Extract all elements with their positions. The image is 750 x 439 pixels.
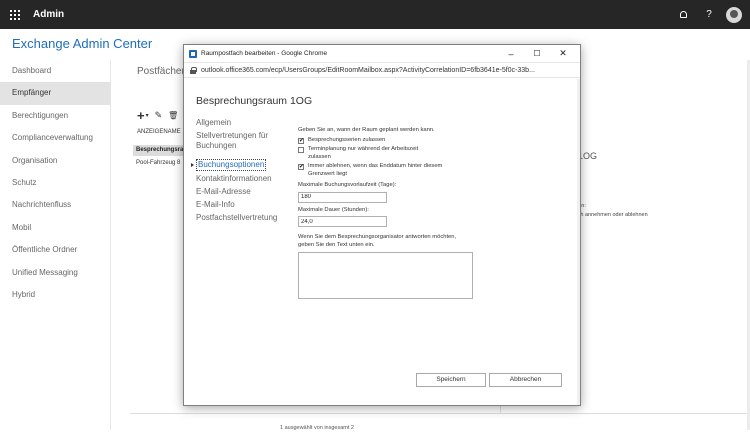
lock-icon — [190, 66, 197, 74]
dialog-nav-general[interactable]: Allgemein — [196, 118, 286, 128]
maximize-button[interactable]: ☐ — [524, 45, 550, 62]
dialog-nav-contact-info[interactable]: Kontaktinformationen — [196, 174, 286, 184]
selection-status: 1 ausgewählt von insgesamt 2 — [280, 425, 354, 431]
add-dropdown-chevron-icon[interactable]: ▾ — [146, 112, 149, 119]
nav-item-permissions[interactable]: Berechtigungen — [0, 105, 110, 127]
dialog-nav-booking-delegates[interactable]: Stellvertretungen für Buchungen — [196, 131, 286, 151]
notification-bell-icon[interactable] — [670, 0, 696, 29]
list-footer-divider — [130, 413, 750, 414]
avatar[interactable] — [726, 6, 742, 23]
max-duration-input[interactable] — [298, 216, 387, 227]
checkbox-label: Besprechungsserien zulassen — [308, 136, 386, 143]
delete-icon[interactable]: 🗑 — [168, 111, 178, 120]
response-message-label: Wenn Sie dem Besprechungsorganisator ant… — [298, 234, 457, 248]
column-header-display-name[interactable]: ANZEIGENAME — [137, 129, 181, 135]
dialog-nav-mailtip[interactable]: E-Mail-Info — [196, 200, 286, 210]
address-bar[interactable]: outlook.office365.com/ecp/UsersGroups/Ed… — [184, 62, 580, 78]
max-booking-window-input[interactable] — [298, 191, 387, 203]
nav-divider — [110, 60, 111, 430]
window-titlebar: Raumpostfach bearbeiten - Google Chrome … — [184, 45, 580, 62]
dialog-heading: Besprechungsraum 1OG — [196, 95, 313, 107]
max-duration-label: Maximale Dauer (Stunden): — [298, 206, 369, 213]
table-row[interactable]: Pool-Fahrzeug 8 — [136, 160, 180, 166]
booking-intro-text: Geben Sie an, wann der Raum geplant werd… — [298, 127, 435, 133]
nav-item-mail-flow[interactable]: Nachrichtenfluss — [0, 194, 110, 216]
nav-item-unified-messaging[interactable]: Unified Messaging — [0, 262, 110, 284]
checkbox-row: ✔ Besprechungsserien zulassen — [298, 137, 498, 145]
nav-item-dashboard[interactable]: Dashboard — [0, 60, 110, 82]
nav-item-mobile[interactable]: Mobil — [0, 217, 110, 239]
top-bar: Admin ? — [0, 0, 750, 29]
url-text: outlook.office365.com/ecp/UsersGroups/Ed… — [201, 66, 535, 74]
checkbox-row: ✔ Immer ablehnen, wenn das Enddatum hint… — [298, 163, 498, 178]
help-icon[interactable]: ? — [696, 0, 722, 29]
dialog-scrollbar[interactable] — [577, 79, 580, 405]
mailbox-toolbar: + ▾ ✎ 🗑 — [137, 108, 178, 123]
nav-item-recipients[interactable]: Empfänger — [0, 82, 110, 105]
nav-item-protection[interactable]: Schutz — [0, 172, 110, 194]
cancel-button[interactable]: Abbrechen — [489, 373, 562, 387]
allow-recurring-checkbox[interactable]: ✔ — [298, 137, 304, 144]
app-title: Admin — [33, 9, 65, 20]
edit-icon[interactable]: ✎ — [155, 110, 163, 121]
dialog-nav-mailbox-delegation[interactable]: Postfachstellvertretung — [196, 213, 286, 223]
table-row[interactable]: Besprechungsraum — [133, 145, 192, 156]
page-title: Exchange Admin Center — [12, 36, 153, 51]
dialog-nav: Allgemein Stellvertretungen für Buchunge… — [190, 118, 286, 226]
checkbox-row: Terminplanung nur während der Arbeitszei… — [298, 146, 498, 161]
reject-beyond-limit-checkbox[interactable]: ✔ — [298, 164, 304, 170]
nav-item-compliance[interactable]: Complianceverwaltung — [0, 127, 110, 149]
dialog-nav-booking-options[interactable]: Buchungsoptionen — [190, 159, 267, 171]
checkbox-label: Immer ablehnen, wenn das Enddatum hinter… — [308, 163, 443, 177]
left-nav: Dashboard Empfänger Berechtigungen Compl… — [0, 60, 110, 306]
edit-room-mailbox-dialog: Raumpostfach bearbeiten - Google Chrome … — [183, 44, 581, 406]
max-booking-window-label: Maximale Buchungsvorlaufzeit (Tage): — [298, 182, 397, 188]
checkbox-label: Terminplanung nur während der Arbeitszei… — [308, 146, 419, 160]
section-header: Postfächer — [137, 66, 185, 77]
nav-item-public-folders[interactable]: Öffentliche Ordner — [0, 239, 110, 261]
work-hours-only-checkbox[interactable] — [298, 147, 304, 153]
window-title: Raumpostfach bearbeiten - Google Chrome — [201, 50, 328, 57]
response-message-textarea[interactable] — [298, 252, 473, 299]
add-icon[interactable]: + — [137, 108, 145, 123]
save-button[interactable]: Speichern — [416, 373, 486, 387]
nav-item-organization[interactable]: Organisation — [0, 150, 110, 172]
app-launcher-icon[interactable] — [0, 0, 29, 29]
dialog-nav-email-address[interactable]: E-Mail-Adresse — [196, 187, 286, 197]
nav-item-hybrid[interactable]: Hybrid — [0, 284, 110, 306]
site-favicon-icon — [189, 49, 197, 58]
booking-options-form: Geben Sie an, wann der Raum geplant werd… — [298, 127, 498, 299]
close-button[interactable]: ✕ — [550, 45, 576, 62]
minimize-button[interactable]: – — [498, 45, 524, 62]
